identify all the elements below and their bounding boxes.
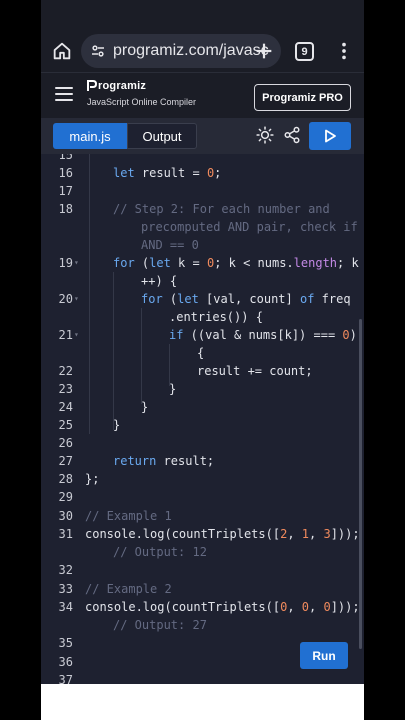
compiler-subtitle: JavaScript Online Compiler: [87, 97, 197, 107]
editor-scrollbar[interactable]: [359, 319, 362, 649]
code-line: for (let k = 0; k < nums.length; k: [113, 256, 359, 270]
line-number: 31: [58, 527, 73, 541]
tab-output[interactable]: Output: [127, 123, 197, 149]
code-line: // Output: 27: [113, 618, 207, 632]
code-line: // Output: 12: [113, 545, 207, 559]
indent-guide: [89, 154, 90, 434]
code-line: // Example 2: [85, 582, 172, 596]
line-number: 25: [58, 418, 73, 432]
line-number: 18: [58, 202, 73, 216]
line-number: 22: [58, 364, 73, 378]
line-number: 19: [58, 256, 73, 270]
code-line: console.log(countTriplets([0, 0, 0]));: [85, 600, 360, 614]
line-number: 32: [58, 563, 73, 577]
indent-guide: [113, 272, 114, 430]
play-icon: [325, 129, 336, 143]
code-line: precomputed AND pair, check if: [141, 220, 358, 234]
site-header: rogramiz JavaScript Online Compiler Prog…: [41, 72, 364, 118]
line-number: 16: [58, 166, 73, 180]
code-line: }: [141, 400, 149, 414]
more-vert-icon[interactable]: [339, 40, 349, 62]
home-icon[interactable]: [51, 40, 73, 62]
line-number: 21: [58, 328, 73, 342]
share-icon[interactable]: [283, 126, 301, 144]
theme-toggle-icon[interactable]: [256, 126, 274, 144]
line-number: 27: [58, 454, 73, 468]
line-number: 17: [58, 184, 73, 198]
line-number: 23: [58, 382, 73, 396]
line-number: 28: [58, 472, 73, 486]
line-number: 36: [58, 655, 73, 669]
code-line: .entries()) {: [169, 310, 263, 324]
brand-name: rogramiz: [98, 80, 147, 92]
run-play-button[interactable]: [309, 122, 351, 150]
code-line: if ((val & nums[k]) === 0): [169, 328, 357, 342]
code-line: ++) {: [141, 274, 178, 288]
site-settings-icon[interactable]: [89, 42, 107, 60]
line-number: 34: [58, 600, 73, 614]
code-line: {: [197, 346, 205, 360]
line-number: 35: [58, 636, 73, 650]
code-line: for (let [val, count] of freq: [141, 292, 351, 306]
line-number: 29: [58, 490, 73, 504]
programiz-p-icon: [87, 80, 97, 91]
new-tab-icon[interactable]: [253, 40, 275, 62]
tab-count: 9: [301, 45, 308, 58]
programiz-logo[interactable]: rogramiz JavaScript Online Compiler: [87, 80, 196, 107]
tab-switcher-button[interactable]: 9: [295, 42, 314, 61]
line-number: 20: [58, 292, 73, 306]
code-line: console.log(countTriplets([2, 1, 3]));: [85, 527, 360, 541]
code-line: // Step 2: For each number and: [113, 202, 330, 216]
fold-chevron-icon[interactable]: ▾: [74, 258, 79, 267]
address-bar[interactable]: programiz.com/javasc: [81, 34, 281, 68]
code-line: AND == 0: [141, 238, 199, 252]
tab-main-js[interactable]: main.js: [53, 123, 127, 149]
line-number: 37: [58, 673, 73, 684]
compiler-toolbar: main.js Output: [41, 118, 364, 154]
code-line: let result = 0;: [113, 166, 222, 180]
code-line: return result;: [113, 454, 215, 468]
code-line: }: [113, 418, 121, 432]
line-number: 30: [58, 509, 73, 523]
code-editor[interactable]: 15 16 let result = 0; 17 18 // Step 2: F…: [41, 154, 364, 684]
hamburger-menu-icon[interactable]: [55, 87, 73, 101]
code-line: }: [169, 382, 177, 396]
indent-guide: [169, 344, 170, 386]
line-number: 33: [58, 582, 73, 596]
fold-chevron-icon[interactable]: ▾: [74, 330, 79, 339]
bottom-white-area: [41, 684, 364, 720]
code-line: // Example 1: [85, 509, 172, 523]
code-line: result += count;: [197, 364, 313, 378]
line-number: 24: [58, 400, 73, 414]
indent-guide: [141, 308, 142, 404]
fold-chevron-icon[interactable]: ▾: [74, 294, 79, 303]
url-text: programiz.com/javasc: [113, 42, 269, 59]
line-number: 15: [58, 154, 73, 162]
browser-toolbar: programiz.com/javasc 9: [41, 0, 364, 72]
phone-screen: programiz.com/javasc 9 rogramiz JavaScri…: [41, 0, 364, 720]
line-number: 26: [58, 436, 73, 450]
code-line: };: [85, 472, 100, 486]
run-button[interactable]: Run: [300, 642, 348, 669]
programiz-pro-button[interactable]: Programiz PRO: [254, 84, 351, 111]
